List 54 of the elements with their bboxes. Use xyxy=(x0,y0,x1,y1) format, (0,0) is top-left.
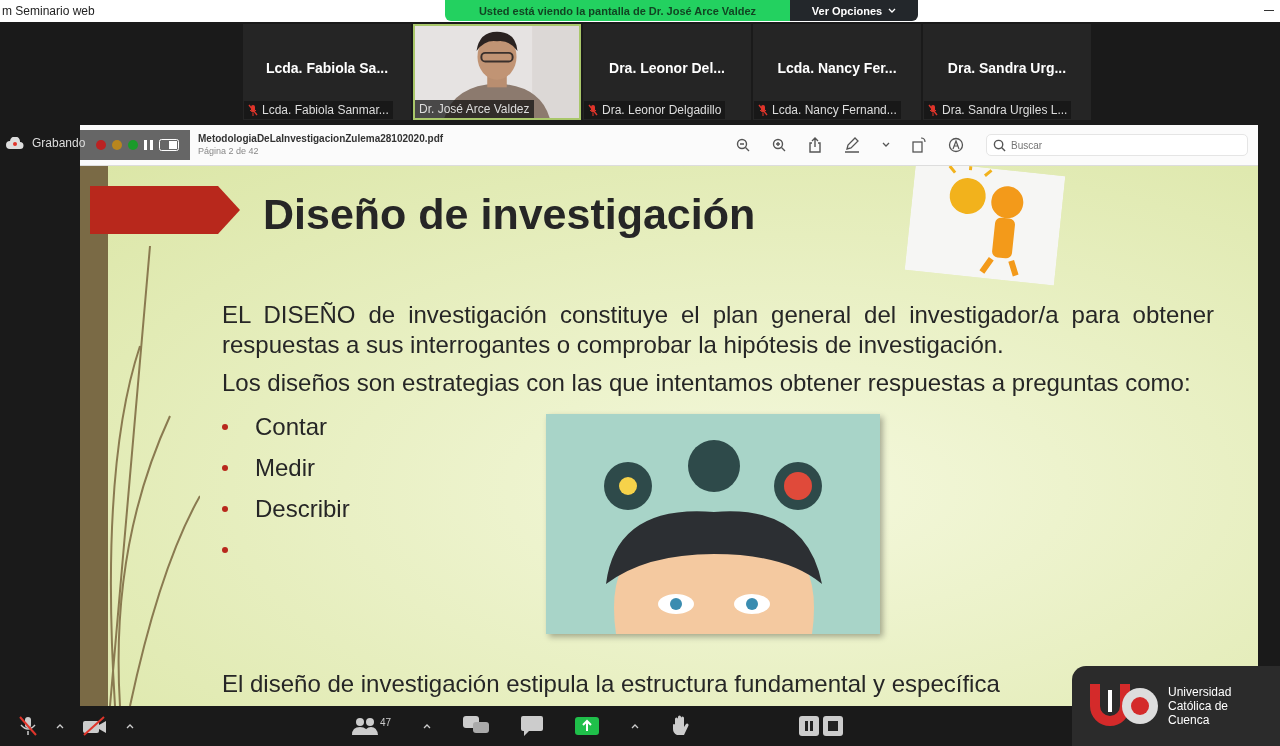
bullet-item: Describir xyxy=(255,494,350,523)
pause-icon xyxy=(144,140,153,150)
bullet-icon xyxy=(222,423,228,430)
participants-icon[interactable] xyxy=(352,717,378,735)
share-screen-icon[interactable] xyxy=(575,717,600,735)
slide-paragraph: EL DISEÑO de investigación constituye el plan general del investigador/a para obtener respuestas a sus interrogantes o comprobar la hipótesis de investigación. xyxy=(222,300,1214,360)
view-options-button[interactable]: Ver Opciones xyxy=(790,0,918,21)
chat-bubbles-icon[interactable] xyxy=(463,716,490,736)
muted-camera-icon[interactable] xyxy=(82,716,108,736)
participant-tile[interactable]: Lcda. Fabiola Sa... Lcda. Fabiola Sanmar... xyxy=(243,24,411,120)
university-name: Universidad Católica de Cuenca xyxy=(1168,685,1233,727)
share-icon[interactable] xyxy=(808,137,822,153)
bullet-icon xyxy=(222,464,228,471)
share-banner: Usted está viendo la pantalla de Dr. José Arce Valdez xyxy=(445,0,790,21)
bullet-item: Medir xyxy=(255,453,315,482)
chat-icon[interactable] xyxy=(521,716,544,736)
search-field[interactable]: Buscar xyxy=(986,134,1248,156)
participant-name: Dra. Sandra Urg... xyxy=(947,60,1067,76)
zoom-out-icon[interactable] xyxy=(736,138,750,152)
participant-tile[interactable]: Dra. Sandra Urg... Dra. Sandra Urgiles L... xyxy=(923,24,1091,120)
participant-name: Dra. Leonor Del... xyxy=(609,60,725,76)
bullet-icon xyxy=(222,505,228,512)
participant-label: Lcda. Nancy Fernand... xyxy=(754,101,901,119)
participant-count: 47 xyxy=(380,717,392,728)
participant-tile[interactable]: Dra. Leonor Del... Dra. Leonor Delgadillo xyxy=(583,24,751,120)
zoom-in-icon[interactable] xyxy=(772,138,786,152)
bullet-icon xyxy=(222,546,228,553)
participant-label: Dr. José Arce Valdez xyxy=(415,100,534,118)
stop-icon[interactable] xyxy=(823,716,844,736)
markup-icon[interactable] xyxy=(948,137,964,153)
participant-label: Dra. Sandra Urgiles L... xyxy=(924,101,1072,119)
participant-tile[interactable]: Lcda. Nancy Fer... Lcda. Nancy Fernand... xyxy=(753,24,921,120)
bullet-item: Contar xyxy=(255,412,328,441)
file-name: MetodologiaDeLaInvestigacionZulema28102020.pdf xyxy=(198,133,444,145)
hand-icon[interactable] xyxy=(671,715,690,737)
pen-icon[interactable] xyxy=(844,137,860,153)
participant-name: Lcda. Fabiola Sa... xyxy=(265,60,389,76)
muted-mic-icon[interactable] xyxy=(18,715,38,737)
participant-label: Dra. Leonor Delgadillo xyxy=(584,101,726,119)
rotate-icon[interactable] xyxy=(912,137,926,153)
participant-tile[interactable]: Dr. José Arce Valdez xyxy=(413,24,581,120)
pause-icon[interactable] xyxy=(799,716,820,736)
page-indicator: Página 2 de 42 xyxy=(198,145,260,157)
recording-indicator[interactable]: Grabando xyxy=(0,132,106,154)
caret-icon xyxy=(888,7,897,14)
sidebar-icon xyxy=(159,139,179,151)
slide-paragraph: Los diseños son estrategias con las que intentamos obtener respuestas a preguntas como: xyxy=(222,368,1192,398)
window-title: m Seminario web xyxy=(1,4,95,18)
cloud-icon xyxy=(6,137,24,149)
slide-text: El diseño de investigación estipula la estructura fundamental y específica xyxy=(222,670,1000,698)
participant-name: Lcda. Nancy Fer... xyxy=(777,60,897,76)
slide-title: Diseño de investigación xyxy=(263,190,756,239)
caret-icon[interactable] xyxy=(882,142,890,148)
participant-label: Lcda. Fabiola Sanmar... xyxy=(244,101,393,119)
